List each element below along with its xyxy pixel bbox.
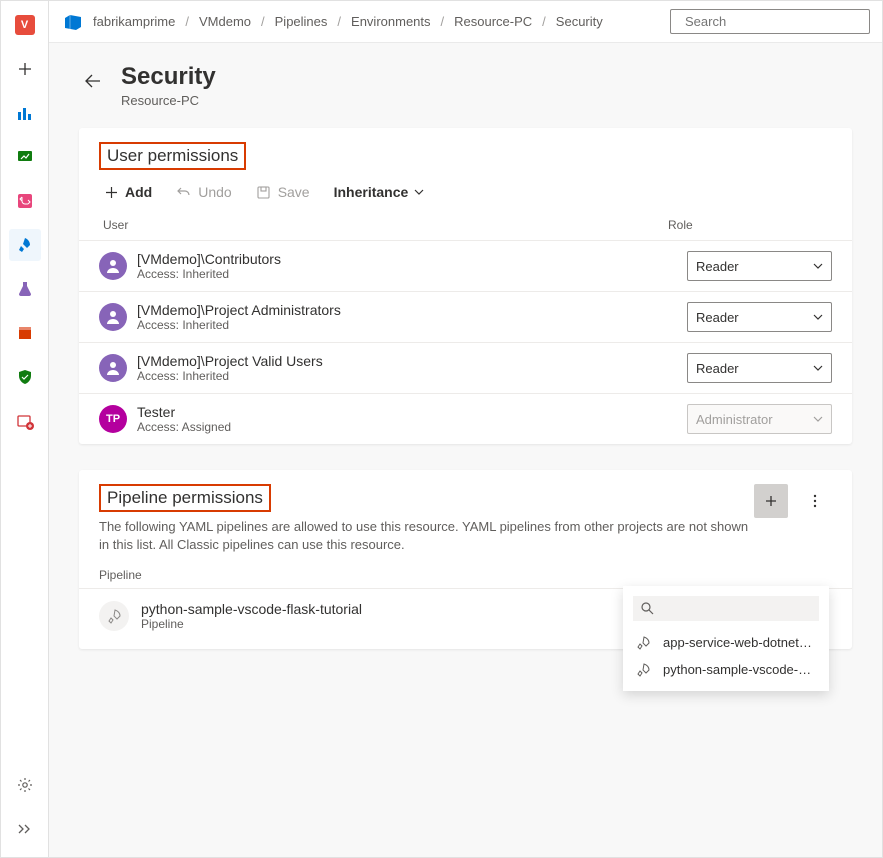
role-select: Administrator xyxy=(687,404,832,434)
boards-icon xyxy=(16,148,34,166)
user-avatar: TP xyxy=(99,405,127,433)
pipeline-permissions-title: Pipeline permissions xyxy=(99,484,271,512)
more-pipeline-button[interactable] xyxy=(798,484,832,518)
pipeline-picker-popup: app-service-web-dotnet… python-sample-vs… xyxy=(623,586,829,691)
repos-icon xyxy=(16,192,34,210)
rocket-icon xyxy=(637,663,653,677)
save-icon xyxy=(257,186,270,199)
group-avatar xyxy=(99,252,127,280)
save-button[interactable]: Save xyxy=(256,184,310,200)
group-avatar xyxy=(99,354,127,382)
pipeline-column: Pipeline xyxy=(79,560,852,588)
sidebar-item-add-service[interactable] xyxy=(9,405,41,437)
permission-access: Access: Assigned xyxy=(137,420,687,434)
page-header: Security Resource-PC xyxy=(79,63,852,108)
sidebar-item-pipelines[interactable] xyxy=(9,229,41,261)
pipeline-picker-item[interactable]: app-service-web-dotnet… xyxy=(633,629,819,656)
permission-access: Access: Inherited xyxy=(137,267,687,281)
column-role: Role xyxy=(668,218,828,232)
sidebar-item-repos[interactable] xyxy=(9,185,41,217)
sidebar-item-collapse[interactable] xyxy=(9,813,41,845)
permission-name: [VMdemo]\Project Administrators xyxy=(137,302,687,318)
shield-check-icon xyxy=(16,368,34,386)
flask-icon xyxy=(16,280,34,298)
sidebar-item-artifacts[interactable] xyxy=(9,317,41,349)
user-permission-row[interactable]: [VMdemo]\ContributorsAccess: InheritedRe… xyxy=(79,240,852,291)
breadcrumb-item[interactable]: Security xyxy=(556,14,603,29)
pipeline-picker-search[interactable] xyxy=(633,596,819,621)
pipeline-type: Pipeline xyxy=(141,617,362,631)
user-permissions-title: User permissions xyxy=(99,142,246,170)
sidebar-item-compliance[interactable] xyxy=(9,361,41,393)
column-user: User xyxy=(103,218,668,232)
sidebar-item-add[interactable] xyxy=(9,53,41,85)
role-select[interactable]: Reader xyxy=(687,353,832,383)
sidebar-item-testplans[interactable] xyxy=(9,273,41,305)
add-button[interactable]: Add xyxy=(103,184,152,200)
dashboard-icon xyxy=(16,104,34,122)
sidebar-item-settings[interactable] xyxy=(9,769,41,801)
user-permissions-toolbar: Add Undo Save Inheritance xyxy=(99,170,832,210)
breadcrumb-item[interactable]: VMdemo xyxy=(199,14,251,29)
plus-icon xyxy=(764,494,778,508)
chevron-down-icon xyxy=(813,314,823,320)
search-box[interactable] xyxy=(670,9,870,34)
chevron-down-icon xyxy=(813,365,823,371)
chevron-right-double-icon xyxy=(17,824,33,834)
pipeline-permissions-desc: The following YAML pipelines are allowed… xyxy=(99,518,754,554)
sidebar: V xyxy=(1,1,49,857)
chevron-down-icon xyxy=(813,263,823,269)
arrow-left-icon xyxy=(85,74,101,88)
role-select[interactable]: Reader xyxy=(687,302,832,332)
permission-access: Access: Inherited xyxy=(137,318,687,332)
breadcrumb-item[interactable]: Pipelines xyxy=(275,14,328,29)
plus-icon xyxy=(18,62,32,76)
plus-icon xyxy=(105,186,118,199)
topbar: fabrikamprime/ VMdemo/ Pipelines/ Enviro… xyxy=(49,1,882,43)
rocket-icon xyxy=(16,236,34,254)
user-permission-row[interactable]: [VMdemo]\Project Valid UsersAccess: Inhe… xyxy=(79,342,852,393)
undo-icon xyxy=(177,185,191,199)
permission-access: Access: Inherited xyxy=(137,369,687,383)
breadcrumb-item[interactable]: Environments xyxy=(351,14,430,29)
search-icon xyxy=(641,602,654,615)
add-pipeline-button[interactable] xyxy=(754,484,788,518)
user-permissions-card: User permissions Add Undo Save xyxy=(79,128,852,444)
package-icon xyxy=(16,324,34,342)
search-input[interactable] xyxy=(685,14,861,29)
page-subtitle: Resource-PC xyxy=(121,93,216,108)
permission-name: [VMdemo]\Project Valid Users xyxy=(137,353,687,369)
gear-icon xyxy=(17,777,33,793)
user-permission-row[interactable]: TP TesterAccess: AssignedAdministrator xyxy=(79,393,852,444)
sidebar-item-boards[interactable] xyxy=(9,141,41,173)
page-title: Security xyxy=(121,63,216,91)
breadcrumb-item[interactable]: fabrikamprime xyxy=(93,14,175,29)
rocket-icon xyxy=(637,636,653,650)
chevron-down-icon xyxy=(414,189,424,195)
sidebar-item-overview[interactable] xyxy=(9,97,41,129)
inheritance-dropdown[interactable]: Inheritance xyxy=(334,184,425,200)
breadcrumb: fabrikamprime/ VMdemo/ Pipelines/ Enviro… xyxy=(93,14,662,29)
pipeline-picker-item[interactable]: python-sample-vscode-… xyxy=(633,656,819,683)
chevron-down-icon xyxy=(813,416,823,422)
more-vertical-icon xyxy=(813,494,817,508)
undo-button[interactable]: Undo xyxy=(176,184,231,200)
user-table-header: User Role xyxy=(99,210,832,240)
back-button[interactable] xyxy=(79,67,107,95)
azure-devops-logo-icon[interactable] xyxy=(61,10,85,34)
permission-name: [VMdemo]\Contributors xyxy=(137,251,687,267)
role-select[interactable]: Reader xyxy=(687,251,832,281)
sidebar-item-project[interactable]: V xyxy=(9,9,41,41)
group-avatar xyxy=(99,303,127,331)
permission-name: Tester xyxy=(137,404,687,420)
user-permission-row[interactable]: [VMdemo]\Project AdministratorsAccess: I… xyxy=(79,291,852,342)
breadcrumb-item[interactable]: Resource-PC xyxy=(454,14,532,29)
rocket-icon xyxy=(99,601,129,631)
container-plus-icon xyxy=(16,412,34,430)
pipeline-name: python-sample-vscode-flask-tutorial xyxy=(141,601,362,617)
